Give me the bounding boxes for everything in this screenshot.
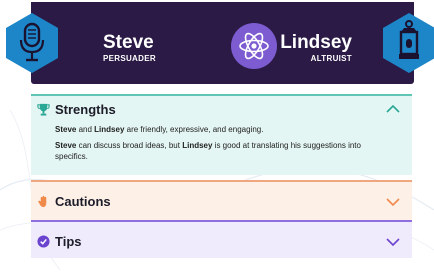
person-name: Steve — [55, 125, 77, 134]
atom-icon — [231, 23, 277, 69]
cautions-panel[interactable]: Cautions — [31, 180, 412, 220]
lantern-icon — [383, 13, 434, 73]
check-circle-icon — [37, 235, 50, 248]
text-fragment: and — [76, 125, 95, 134]
trophy-icon — [37, 103, 50, 116]
person-name: Lindsey — [94, 125, 125, 134]
person-name: Lindsey — [182, 141, 213, 150]
strengths-header[interactable]: Strengths — [31, 96, 412, 126]
text-fragment: can discuss broad ideas, but — [76, 141, 183, 150]
chevron-down-icon[interactable] — [386, 197, 400, 207]
chevron-down-icon[interactable] — [386, 237, 400, 247]
hand-icon — [38, 195, 47, 208]
strengths-line-2: Steve can discuss broad ideas, but Linds… — [55, 140, 385, 162]
left-person-name: Steve — [103, 32, 154, 53]
left-person-role: PERSUADER — [103, 54, 156, 63]
person-name: Steve — [55, 141, 77, 150]
strengths-panel: Strengths Steve and Lindsey are friendly… — [31, 94, 412, 175]
chevron-up-icon[interactable] — [386, 104, 400, 114]
text-fragment: are friendly, expressive, and engaging. — [124, 125, 264, 134]
strengths-line-1: Steve and Lindsey are friendly, expressi… — [55, 124, 385, 135]
microphone-icon — [6, 13, 58, 73]
tips-panel[interactable]: Tips — [31, 220, 412, 258]
strengths-title: Strengths — [55, 102, 116, 117]
right-person-name: Lindsey — [280, 32, 352, 53]
cautions-title: Cautions — [55, 194, 111, 209]
tips-title: Tips — [55, 234, 82, 249]
right-person-role: ALTRUIST — [310, 54, 352, 63]
pair-header: Steve PERSUADER Lindsey ALTRUIST — [31, 2, 414, 84]
